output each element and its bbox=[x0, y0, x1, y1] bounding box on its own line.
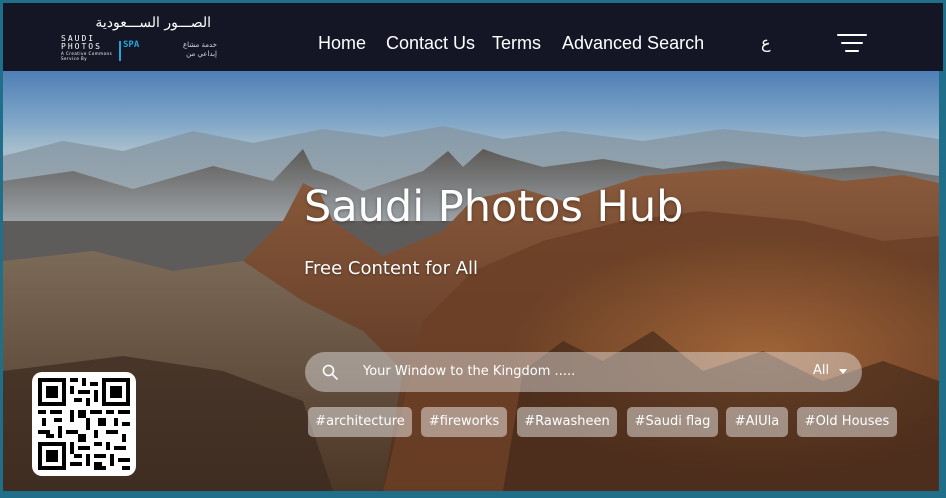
chevron-down-icon[interactable] bbox=[839, 369, 847, 374]
logo-arabic-title: الصـــور الســـعودية bbox=[95, 15, 211, 31]
language-toggle[interactable]: ع bbox=[761, 33, 771, 52]
popular-tags: #architecture #fireworks #Rawasheen #Sau… bbox=[3, 407, 939, 437]
tag-alula[interactable]: #AlUla bbox=[726, 407, 788, 437]
tag-rawasheen[interactable]: #Rawasheen bbox=[517, 407, 617, 437]
nav-home-link[interactable]: Home bbox=[318, 33, 366, 54]
nav-terms-link[interactable]: Terms bbox=[492, 33, 541, 54]
qr-code-pattern bbox=[38, 378, 130, 470]
tag-saudi-flag[interactable]: #Saudi flag bbox=[627, 407, 718, 437]
hamburger-icon[interactable] bbox=[837, 34, 867, 52]
tag-old-houses[interactable]: #Old Houses bbox=[797, 407, 897, 437]
search-icon[interactable] bbox=[321, 363, 339, 381]
main-nav: Home Contact Us Terms Advanced Search bbox=[3, 33, 943, 57]
hero-subtitle: Free Content for All bbox=[304, 258, 479, 279]
hero-title: Saudi Photos Hub bbox=[304, 182, 684, 232]
search-bar[interactable]: Your Window to the Kingdom ..... All bbox=[305, 352, 862, 392]
tag-architecture[interactable]: #architecture bbox=[308, 407, 412, 437]
search-input[interactable]: Your Window to the Kingdom ..... bbox=[363, 364, 575, 379]
qr-code-icon[interactable] bbox=[32, 372, 136, 476]
hero-banner: Saudi Photos Hub Free Content for All Yo… bbox=[3, 71, 939, 491]
nav-contact-us-link[interactable]: Contact Us bbox=[386, 33, 475, 54]
search-scope-dropdown[interactable]: All bbox=[813, 363, 829, 378]
top-navigation-bar: الصـــور الســـعودية SAUDI PHOTOS A Crea… bbox=[3, 3, 943, 71]
tag-fireworks[interactable]: #fireworks bbox=[421, 407, 507, 437]
nav-advanced-search-link[interactable]: Advanced Search bbox=[562, 33, 704, 54]
